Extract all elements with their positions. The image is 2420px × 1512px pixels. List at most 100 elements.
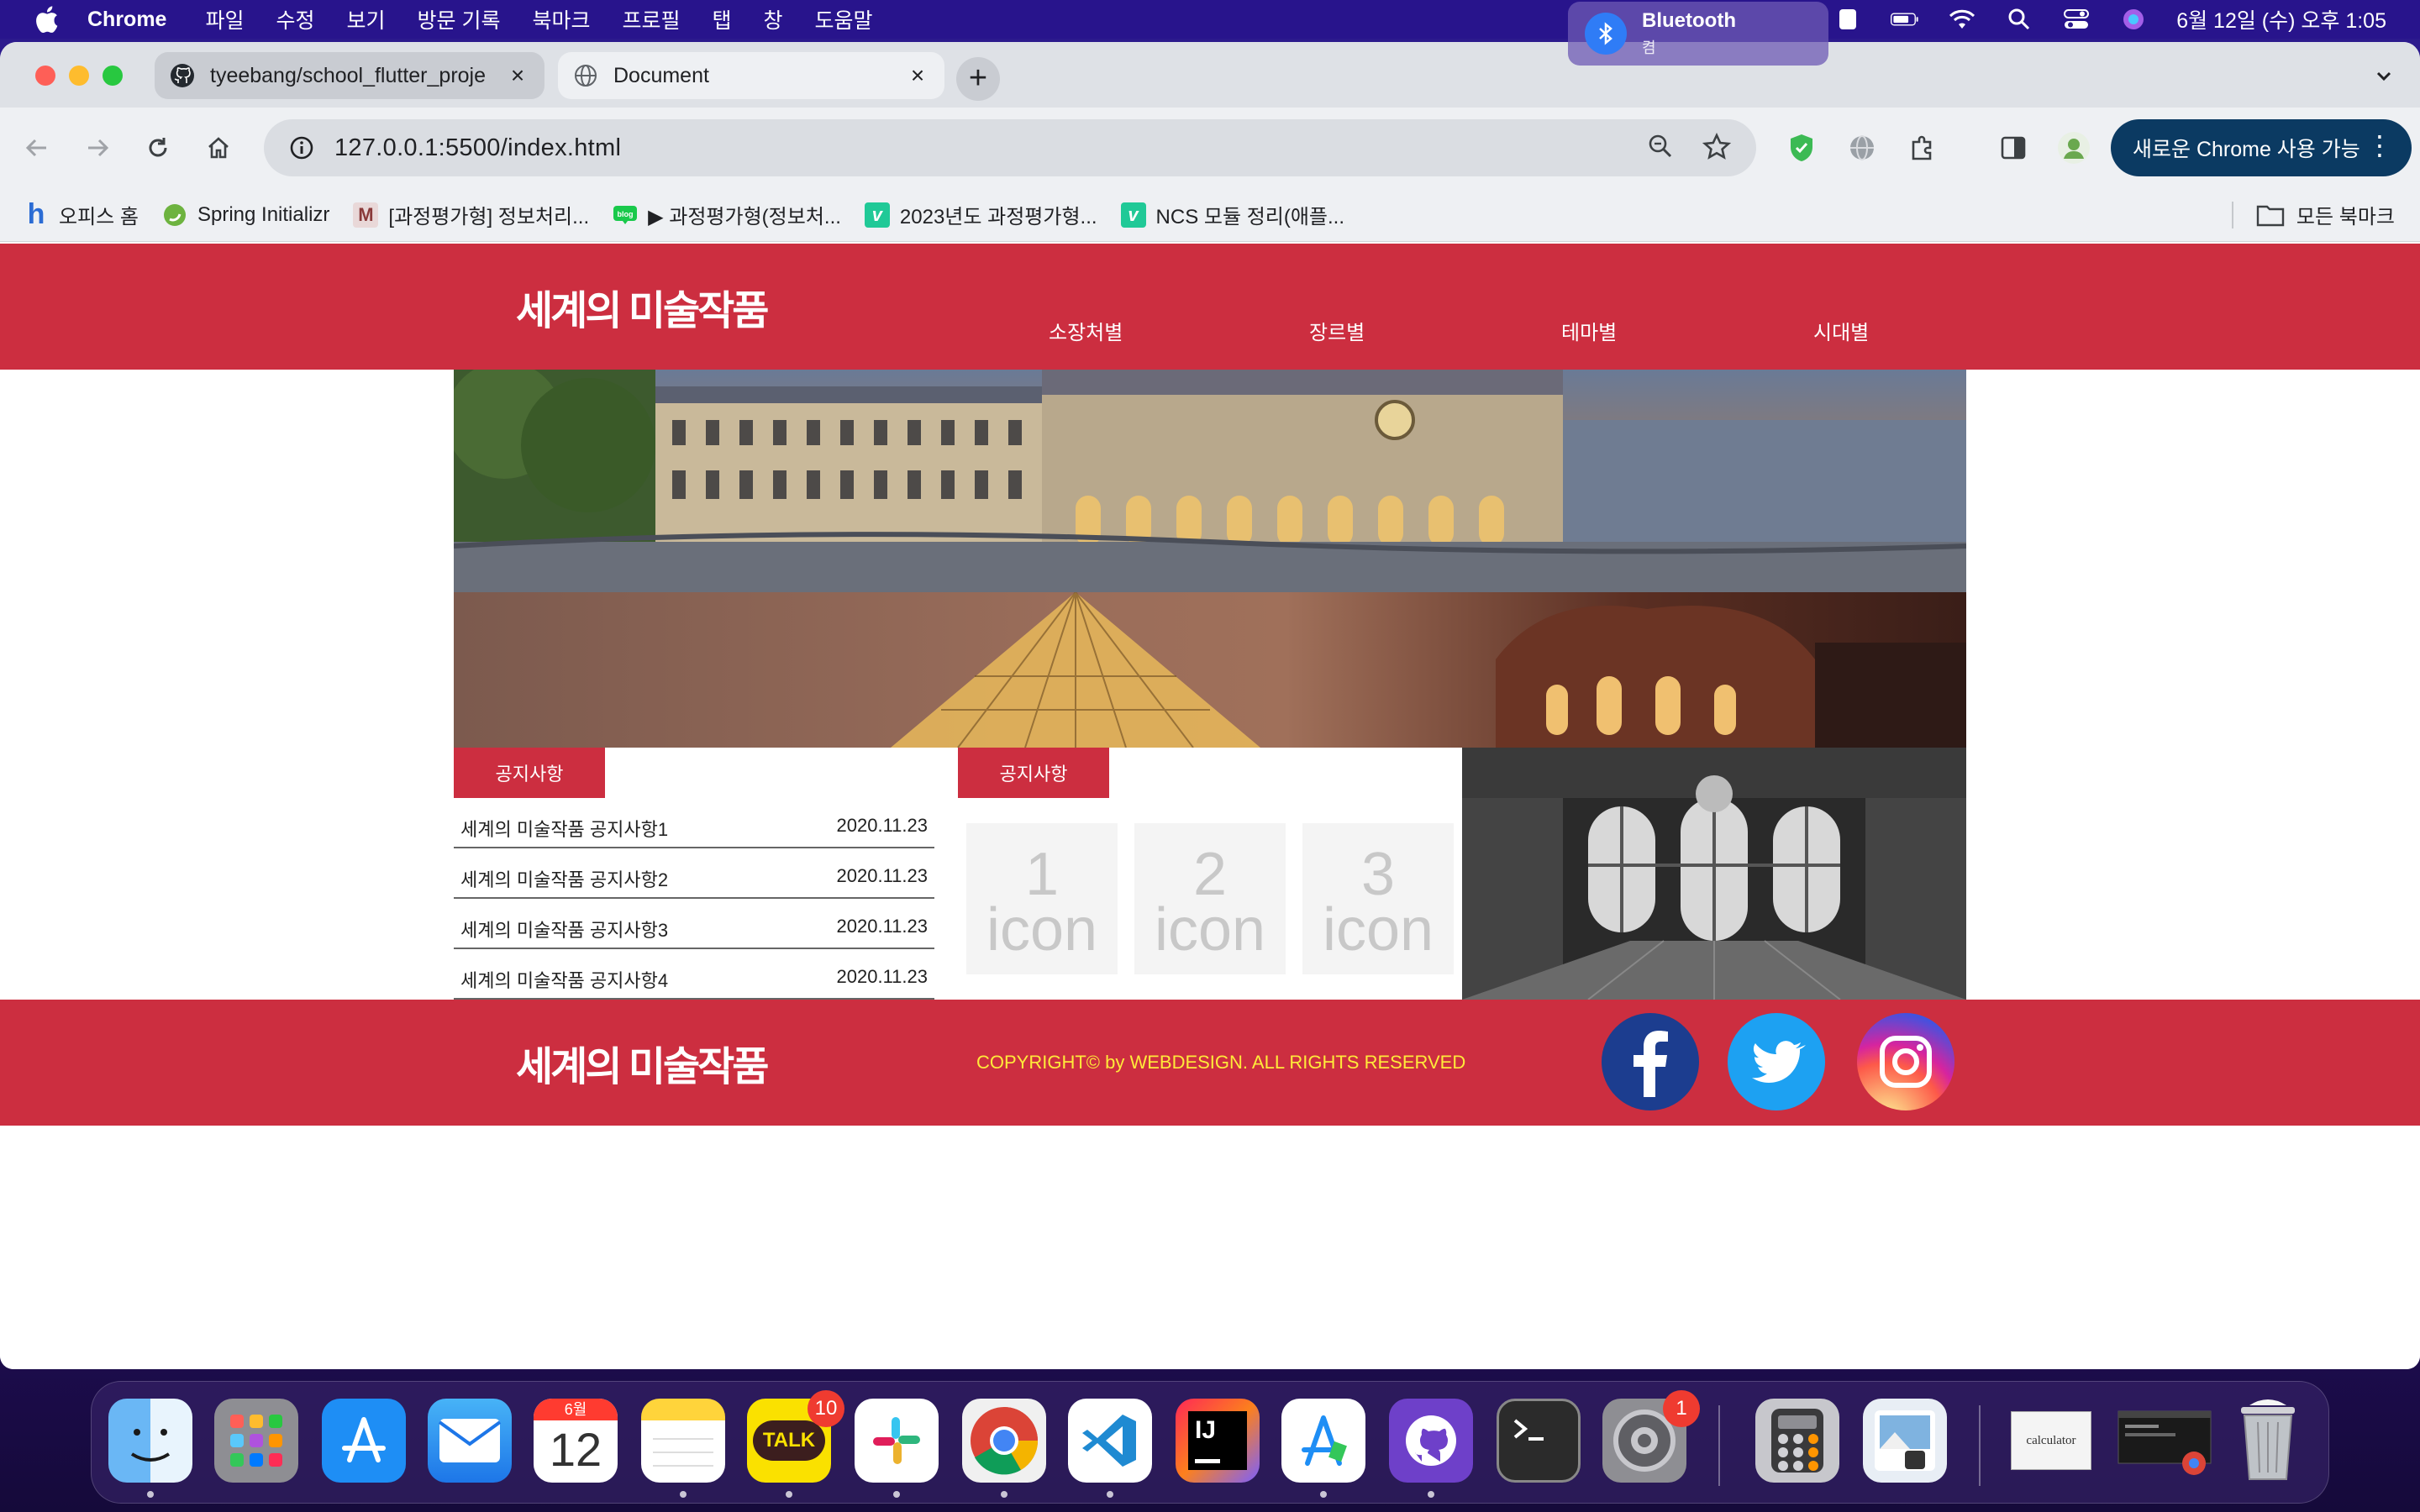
new-tab-button[interactable]: +	[956, 57, 1000, 101]
home-icon[interactable]	[202, 131, 235, 165]
close-tab-icon[interactable]: ×	[906, 64, 929, 87]
icon-section-tab[interactable]: 공지사항	[958, 748, 1109, 798]
wifi-icon[interactable]	[1948, 8, 1976, 30]
vscode-icon[interactable]	[1068, 1399, 1152, 1483]
icon-placeholder-1[interactable]: 1 icon	[966, 823, 1118, 974]
terminal-icon[interactable]	[1497, 1399, 1581, 1483]
chrome-icon[interactable]	[962, 1399, 1046, 1483]
menu-edit[interactable]: 수정	[276, 4, 314, 34]
zoom-icon[interactable]	[1647, 133, 1674, 165]
notice-title[interactable]: 세계의 미술작품 공지사항4	[460, 966, 668, 993]
notice-row[interactable]: 세계의 미술작품 공지사항3 2020.11.23	[454, 899, 934, 949]
chrome-window-thumbnail[interactable]	[2117, 1399, 2212, 1483]
chrome-update-button[interactable]: 새로운 Chrome 사용 가능 ⋮	[2111, 119, 2412, 176]
instruments-icon[interactable]	[1281, 1399, 1365, 1483]
nav-by-era[interactable]: 시대별	[1813, 316, 1869, 345]
apple-icon[interactable]	[34, 6, 59, 34]
profile-avatar[interactable]	[2057, 131, 2091, 165]
all-bookmarks-button[interactable]: 모든 북마크	[2256, 200, 2395, 229]
input-source-icon[interactable]	[1833, 8, 1862, 30]
menu-window[interactable]: 창	[764, 4, 783, 34]
url-text[interactable]: 127.0.0.1:5500/index.html	[334, 134, 621, 162]
minimize-window-button[interactable]	[69, 66, 89, 86]
nav-by-genre[interactable]: 장르별	[1309, 316, 1365, 345]
dock-separator	[1979, 1405, 1981, 1486]
menu-bookmarks[interactable]: 북마크	[532, 4, 590, 34]
bookmark-office-home[interactable]: h 오피스 홈	[24, 198, 139, 230]
menubar-clock[interactable]: 6월 12일 (수) 오후 1:05	[2176, 4, 2386, 34]
louvre-pyramid-image	[454, 591, 1966, 748]
trash-icon[interactable]	[2226, 1399, 2310, 1483]
tab-search-chevron-icon[interactable]	[2371, 64, 2396, 89]
back-arrow-icon[interactable]	[20, 131, 54, 165]
nav-by-theme[interactable]: 테마별	[1561, 316, 1617, 345]
site-logo[interactable]: 세계의 미술작품	[516, 277, 769, 336]
nav-by-collection[interactable]: 소장처별	[1049, 316, 1123, 345]
notice-title[interactable]: 세계의 미술작품 공지사항3	[460, 916, 668, 942]
bookmark-spring-initializr[interactable]: Spring Initializr	[162, 202, 329, 228]
mail-icon[interactable]	[428, 1399, 512, 1483]
forward-arrow-icon[interactable]	[81, 131, 114, 165]
palace-hall-image	[1462, 748, 1966, 1000]
notice-row[interactable]: 세계의 미술작품 공지사항2 2020.11.23	[454, 848, 934, 899]
translate-globe-icon[interactable]	[1845, 131, 1879, 165]
control-center-icon[interactable]	[2062, 8, 2091, 30]
bookmark-ncs[interactable]: v NCS 모듈 정리(애플...	[1120, 200, 1344, 229]
intellij-idea-icon[interactable]: IJ	[1176, 1399, 1260, 1483]
more-options-icon[interactable]: ⋮	[2366, 129, 2393, 161]
address-bar[interactable]: 127.0.0.1:5500/index.html	[264, 119, 1756, 176]
close-window-button[interactable]	[35, 66, 55, 86]
menu-tab[interactable]: 탭	[713, 4, 732, 34]
notes-icon[interactable]	[641, 1399, 725, 1483]
twitter-icon[interactable]	[1728, 1013, 1825, 1110]
close-tab-icon[interactable]: ×	[506, 64, 529, 87]
bookmarks-divider	[2232, 202, 2233, 228]
bookmark-star-icon[interactable]	[1702, 132, 1732, 165]
spring-icon	[162, 202, 187, 228]
shield-extension-icon[interactable]	[1785, 131, 1818, 165]
app-store-icon[interactable]	[322, 1399, 406, 1483]
finder-icon[interactable]	[108, 1399, 192, 1483]
site-info-icon[interactable]	[287, 134, 316, 162]
reload-icon[interactable]	[141, 131, 175, 165]
bookmark-course-2[interactable]: blog ▶ 과정평가형(정보처...	[613, 200, 841, 229]
tab-github[interactable]: tyeebang/school_flutter_proje ×	[155, 52, 544, 99]
zoom-window-button[interactable]	[103, 66, 123, 86]
siri-icon[interactable]	[2119, 8, 2148, 30]
menu-file[interactable]: 파일	[205, 4, 244, 34]
notice-row[interactable]: 세계의 미술작품 공지사항1 2020.11.23	[454, 798, 934, 848]
notice-row[interactable]: 세계의 미술작품 공지사항4 2020.11.23	[454, 949, 934, 1000]
menu-history[interactable]: 방문 기록	[418, 4, 501, 34]
bluetooth-notification[interactable]: Bluetooth 켬	[1568, 2, 1828, 66]
menu-profile[interactable]: 프로필	[622, 4, 680, 34]
calculator-icon[interactable]	[1755, 1399, 1839, 1483]
medium-m-icon: M	[353, 202, 379, 228]
icon-number: 3	[1360, 841, 1396, 908]
facebook-icon[interactable]	[1602, 1013, 1699, 1110]
instagram-icon[interactable]	[1857, 1013, 1954, 1110]
side-panel-icon[interactable]	[1996, 131, 2030, 165]
bookmark-course-1[interactable]: M [과정평가형] 정보처리...	[353, 200, 589, 229]
footer-logo[interactable]: 세계의 미술작품	[516, 1033, 769, 1092]
icon-placeholder-2[interactable]: 2 icon	[1134, 823, 1286, 974]
icon-placeholder-3[interactable]: 3 icon	[1302, 823, 1454, 974]
slack-icon[interactable]	[855, 1399, 939, 1483]
notice-title[interactable]: 세계의 미술작품 공지사항1	[460, 815, 668, 842]
running-indicator	[1428, 1491, 1434, 1498]
spotlight-search-icon[interactable]	[2005, 8, 2033, 30]
launchpad-icon[interactable]	[214, 1399, 298, 1483]
menu-help[interactable]: 도움말	[815, 4, 873, 34]
notice-title[interactable]: 세계의 미술작품 공지사항2	[460, 865, 668, 892]
battery-icon[interactable]	[1891, 8, 1919, 30]
calculator-window-thumbnail[interactable]: calculator	[2009, 1399, 2093, 1483]
notice-tab[interactable]: 공지사항	[454, 748, 605, 798]
menu-view[interactable]: 보기	[347, 4, 386, 34]
extensions-puzzle-icon[interactable]	[1906, 131, 1939, 165]
preview-icon[interactable]	[1863, 1399, 1947, 1483]
menu-app-name[interactable]: Chrome	[87, 8, 166, 32]
bookmark-course-3[interactable]: v 2023년도 과정평가형...	[864, 200, 1097, 229]
tab-document[interactable]: Document ×	[558, 52, 944, 99]
github-desktop-icon[interactable]	[1389, 1399, 1473, 1483]
chrome-update-label: 새로운 Chrome 사용 가능	[2133, 138, 2360, 161]
calendar-icon[interactable]: 6월 12	[534, 1399, 618, 1483]
